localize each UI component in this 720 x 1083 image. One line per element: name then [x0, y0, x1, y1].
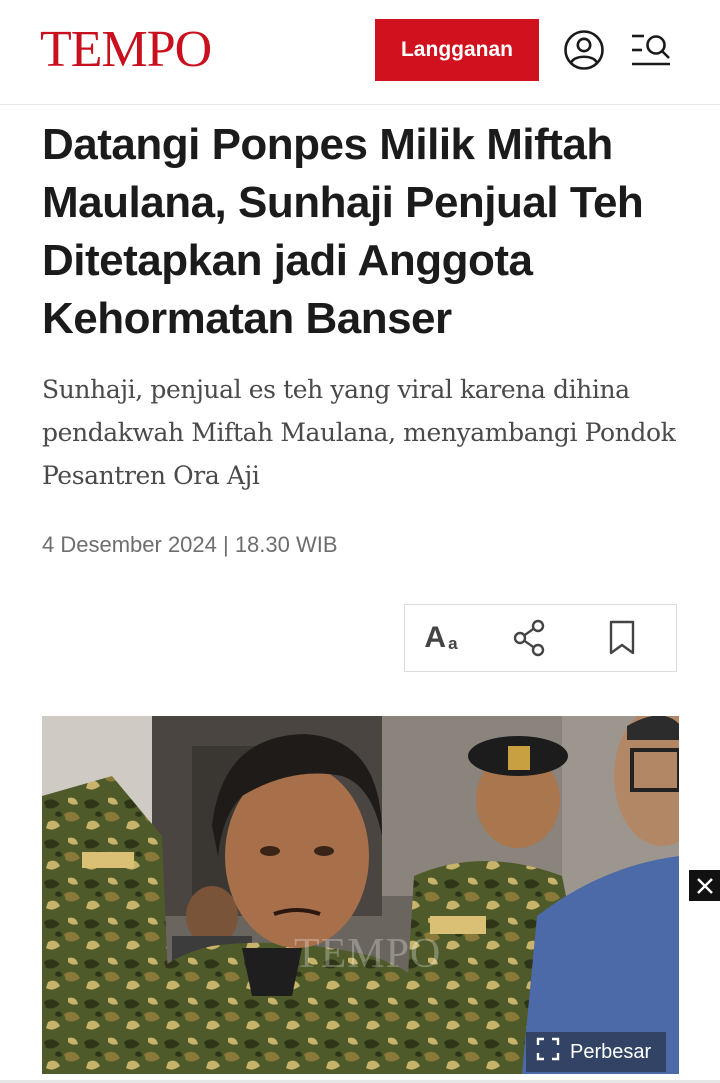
site-header: TEMPO Langganan: [0, 0, 720, 105]
enlarge-label: Perbesar: [570, 1040, 652, 1063]
article-subtitle: Sunhaji, penjual es teh yang viral karen…: [42, 375, 676, 490]
enlarge-button[interactable]: Perbesar: [526, 1032, 666, 1072]
photo-watermark: TEMPO: [294, 931, 442, 977]
expand-icon: [536, 1037, 560, 1067]
font-size-large-glyph: A: [424, 621, 447, 654]
search-menu-icon[interactable]: [628, 28, 674, 72]
tempo-logo[interactable]: TEMPO: [40, 20, 212, 80]
font-size-small-glyph: a: [448, 633, 458, 653]
font-size-icon[interactable]: A a: [413, 605, 469, 671]
article-toolbar: A a: [404, 604, 677, 672]
publish-date: 4 Desember 2024 | 18.30 WIB: [42, 532, 338, 557]
user-icon[interactable]: [562, 28, 606, 72]
subscribe-button[interactable]: Langganan: [375, 19, 539, 81]
bookmark-icon[interactable]: [593, 605, 651, 671]
share-icon[interactable]: [501, 605, 559, 671]
photo-scene: [42, 716, 679, 1074]
close-icon[interactable]: [689, 870, 720, 901]
article-headline: Datangi Ponpes Milik Miftah Maulana, Sun…: [42, 120, 644, 343]
article-photo[interactable]: TEMPO Perbesar: [42, 716, 679, 1074]
